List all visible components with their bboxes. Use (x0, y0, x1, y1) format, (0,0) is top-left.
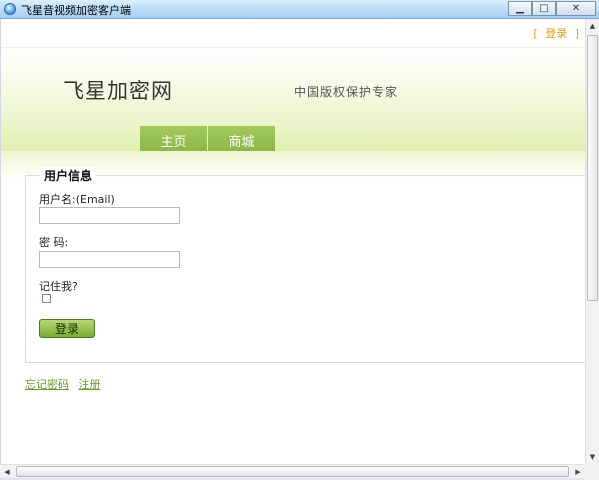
nav-tab-home[interactable]: 主页 (140, 126, 207, 152)
page-viewport: [ 登录 ] 飞星加密网 中国版权保护专家 主页 商城 用户信息 用户名:(Em… (0, 19, 585, 464)
close-icon: ✕ (571, 2, 581, 14)
footer-links: 忘记密码 注册 (25, 376, 107, 392)
scrollbar-corner (585, 464, 599, 480)
maximize-button[interactable]: □ (532, 1, 556, 16)
horizontal-scrollbar[interactable]: ◀ ▶ (0, 464, 585, 478)
scroll-left-icon[interactable]: ◀ (0, 465, 14, 478)
maximize-icon: □ (539, 2, 549, 14)
window-title-bar[interactable]: 飞星音视频加密客户端 ▁ □ ✕ (0, 0, 599, 19)
top-login: [ 登录 ] (533, 25, 579, 41)
register-link[interactable]: 注册 (79, 378, 101, 391)
site-header: 飞星加密网 中国版权保护专家 主页 商城 (1, 47, 585, 152)
app-icon (4, 3, 16, 15)
username-input[interactable] (39, 207, 180, 224)
scroll-up-icon[interactable]: ▲ (586, 19, 599, 33)
scroll-right-icon[interactable]: ▶ (571, 465, 585, 478)
window-controls: ▁ □ ✕ (508, 1, 596, 17)
site-slogan: 中国版权保护专家 (294, 85, 399, 99)
fieldset-legend: 用户信息 (40, 167, 97, 184)
scroll-down-icon[interactable]: ▼ (586, 450, 599, 464)
password-label: 密 码: (39, 236, 69, 249)
user-info-fieldset: 用户信息 用户名:(Email) 密 码: 记住我? 登录 (25, 167, 585, 363)
remember-me-checkbox[interactable] (42, 294, 51, 303)
remember-me-label: 记住我? (39, 280, 78, 293)
username-label: 用户名:(Email) (39, 193, 115, 206)
forgot-password-link[interactable]: 忘记密码 (25, 378, 69, 391)
bracket-close: ] (574, 27, 579, 40)
bracket-open: [ (533, 27, 538, 40)
window-title: 飞星音视频加密客户端 (21, 4, 131, 17)
top-bar: [ 登录 ] (1, 19, 585, 47)
login-button[interactable]: 登录 (39, 319, 95, 338)
nav-tab-shop[interactable]: 商城 (208, 126, 275, 152)
close-button[interactable]: ✕ (556, 1, 596, 16)
vertical-scrollbar[interactable]: ▲ ▼ (585, 19, 599, 464)
horizontal-scroll-thumb[interactable] (16, 466, 569, 477)
vertical-scroll-thumb[interactable] (587, 35, 598, 301)
password-input[interactable] (39, 251, 180, 268)
minimize-button[interactable]: ▁ (508, 1, 532, 16)
main-nav: 主页 商城 (140, 126, 276, 152)
top-login-link[interactable]: 登录 (545, 27, 567, 40)
site-title: 飞星加密网 (63, 79, 173, 103)
minimize-icon: ▁ (516, 2, 524, 14)
